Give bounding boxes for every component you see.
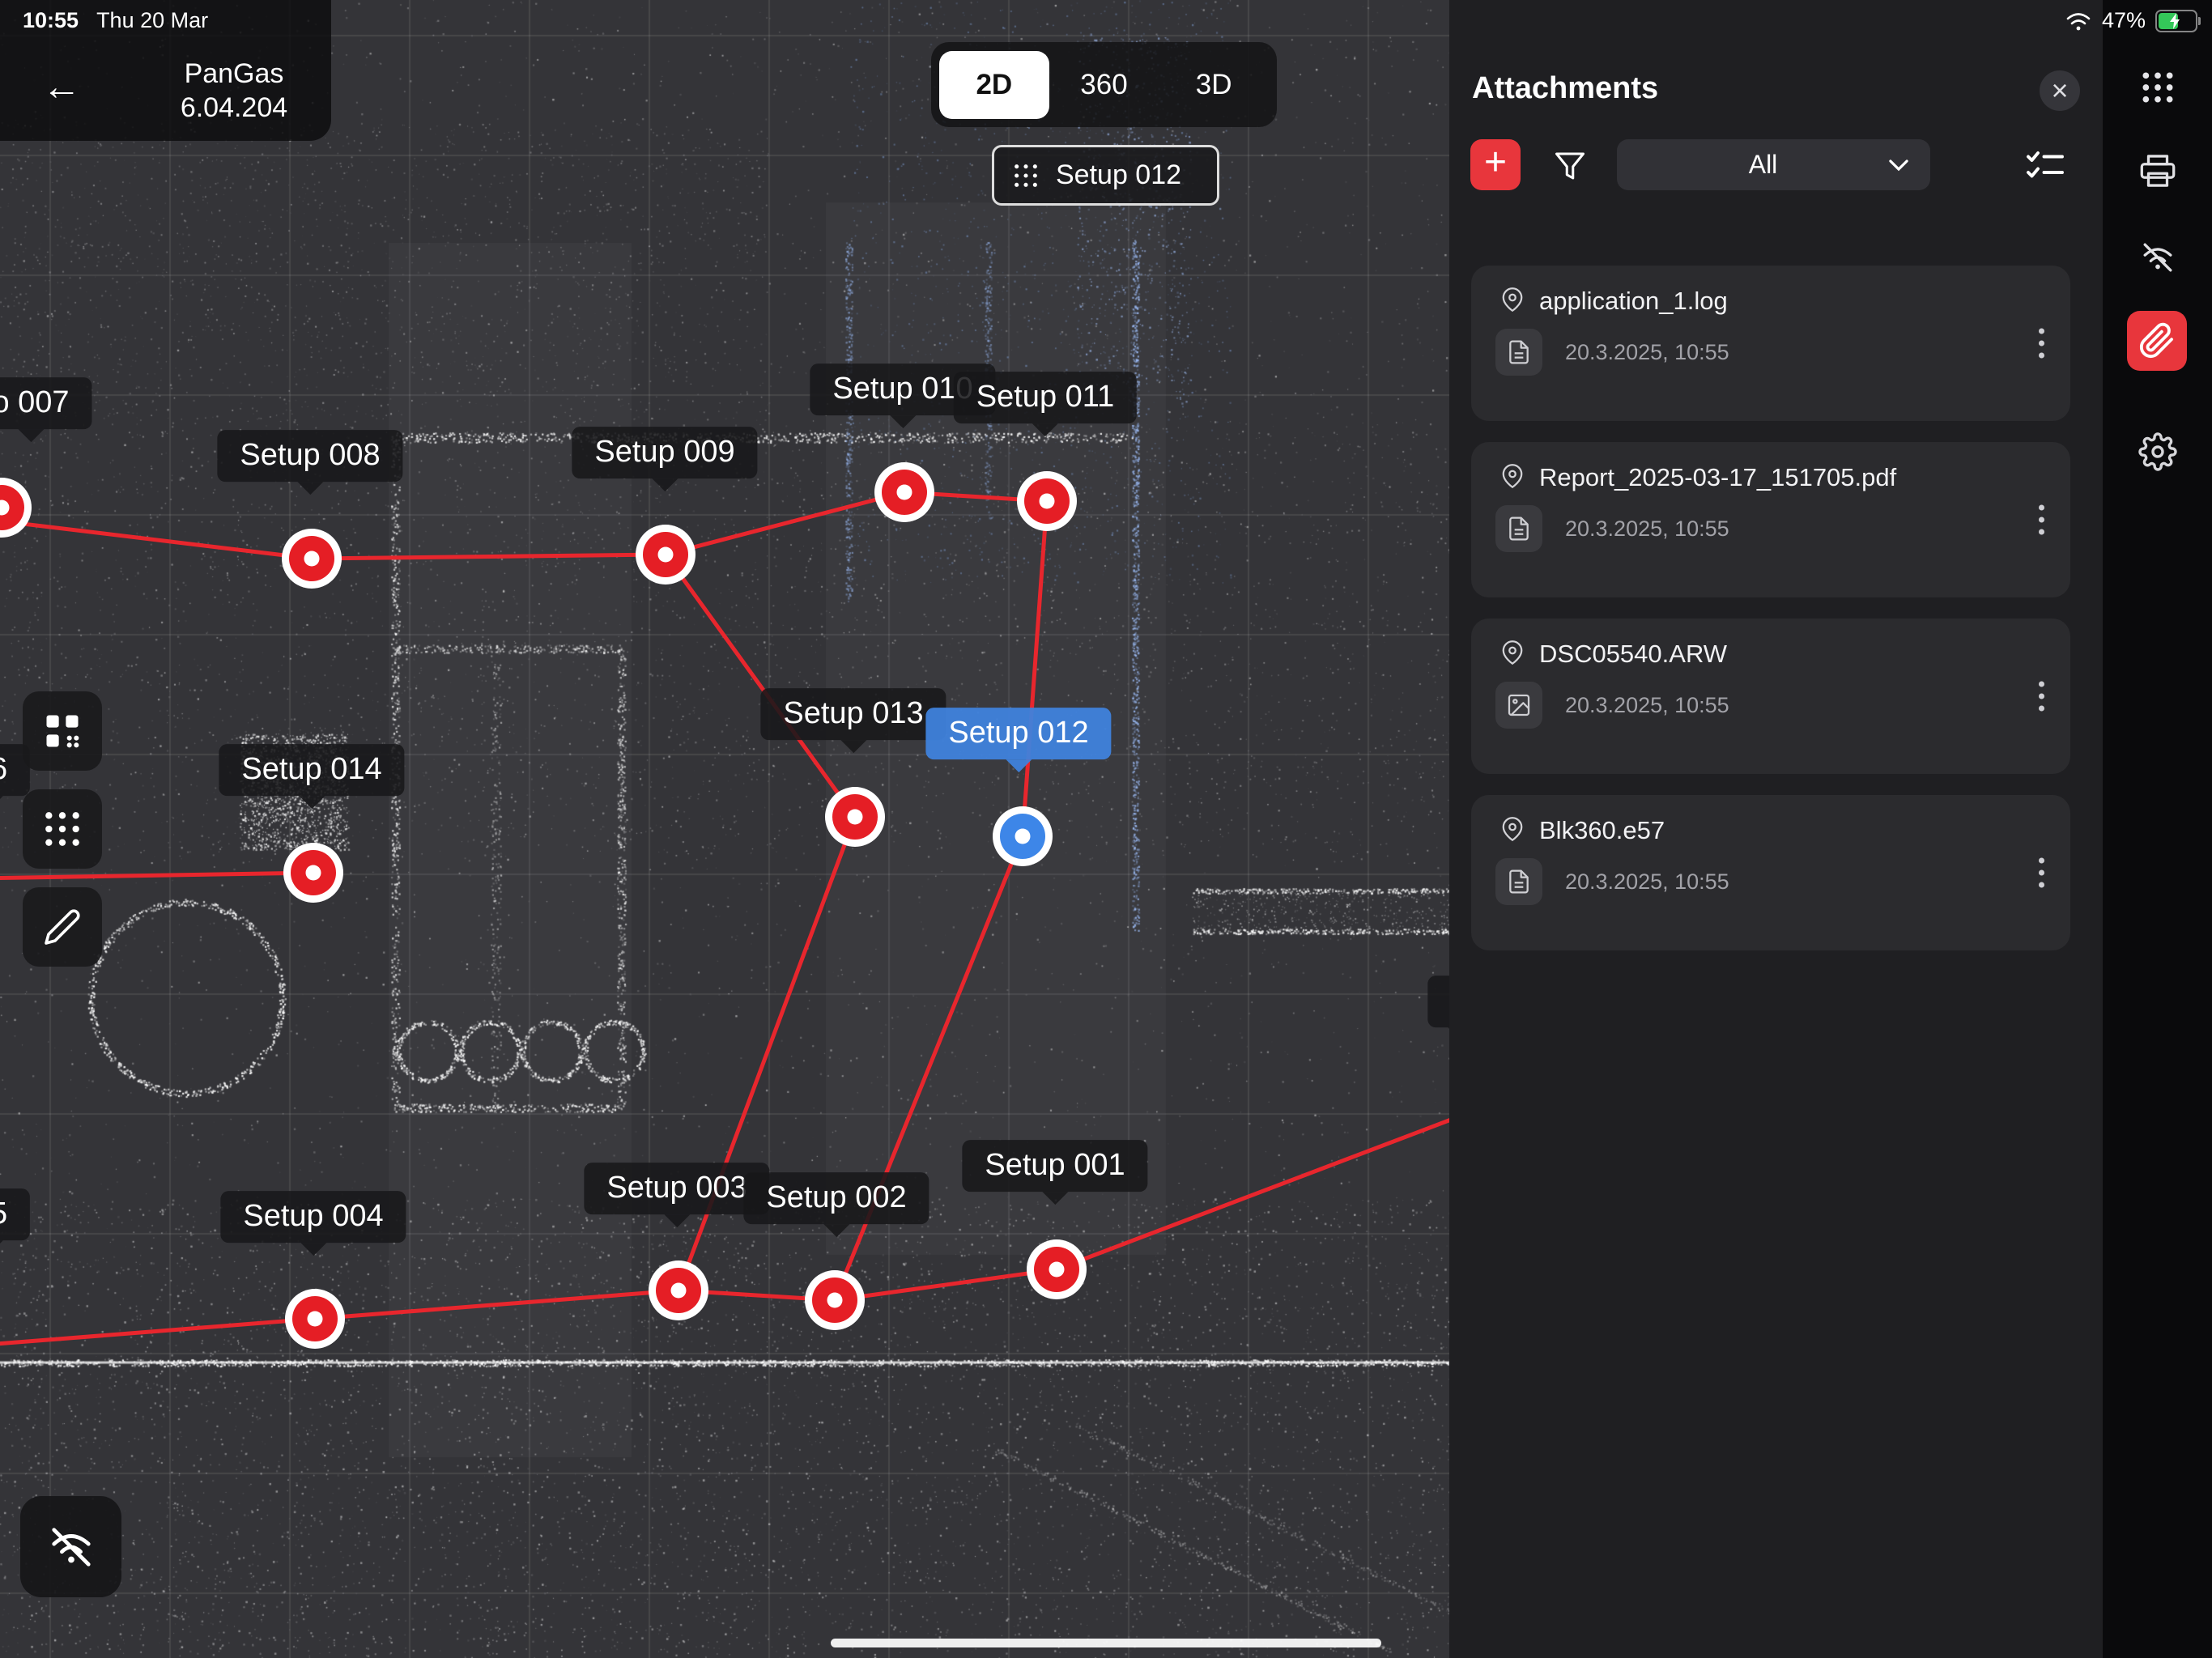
attachment-name: application_1.log: [1539, 287, 1728, 316]
top-left-header: 10:55 Thu 20 Mar ← PanGas 6.04.204: [0, 0, 331, 141]
setup-label[interactable]: Setup 008: [217, 430, 402, 482]
settings-button[interactable]: [2103, 429, 2212, 474]
document-icon: [1495, 505, 1542, 552]
filter-funnel-icon: [1553, 149, 1587, 183]
status-right: 47%: [2065, 8, 2197, 33]
apps-grid-button[interactable]: [2103, 66, 2212, 108]
dropdown-value: All: [1638, 150, 1888, 180]
attachments-panel: Attachments × + All application_1.log 20.…: [1449, 0, 2103, 1658]
attachment-name: Blk360.e57: [1539, 816, 1665, 845]
battery-percent: 47%: [2102, 8, 2146, 33]
right-sidebar: [2103, 0, 2212, 1658]
wifi-icon: [2065, 10, 2092, 32]
panel-title: Attachments: [1472, 71, 1658, 106]
location-pin-icon: [1500, 640, 1525, 669]
attachment-filter-dropdown[interactable]: All: [1617, 139, 1930, 190]
attachment-date: 20.3.2025, 10:55: [1565, 693, 1729, 718]
setup-label[interactable]: Setup 011: [954, 372, 1137, 423]
setup-label[interactable]: 05: [0, 1188, 30, 1240]
setup-label[interactable]: Setup 012: [925, 708, 1111, 759]
setup-label[interactable]: Setup 002: [743, 1172, 929, 1224]
home-indicator[interactable]: [831, 1639, 1381, 1647]
charging-bolt-icon: [2168, 12, 2181, 30]
more-options-button[interactable]: [2031, 674, 2052, 720]
battery-icon: [2155, 10, 2197, 32]
apps-grid-icon: [2140, 70, 2176, 105]
setup-label[interactable]: o 007: [0, 377, 92, 429]
attachment-date: 20.3.2025, 10:55: [1565, 517, 1729, 542]
more-options-button[interactable]: [2031, 850, 2052, 896]
clock-time: 10:55: [23, 8, 79, 33]
setup-label[interactable]: Setup 014: [219, 744, 404, 796]
active-setup-chip[interactable]: Setup 012: [992, 145, 1219, 206]
document-icon: [1495, 858, 1542, 905]
printer-icon: [2139, 153, 2176, 189]
filter-button[interactable]: [1550, 146, 1590, 186]
project-version: 6.04.204: [146, 91, 322, 125]
more-options-button[interactable]: [2031, 497, 2052, 543]
attachment-name: DSC05540.ARW: [1539, 640, 1727, 669]
status-left: 10:55 Thu 20 Mar: [23, 8, 208, 33]
attachment-list: application_1.log20.3.2025, 10:55Report_…: [1471, 266, 2070, 950]
project-title: PanGas 6.04.204: [146, 57, 322, 125]
move-setup-button[interactable]: [23, 789, 102, 869]
setup-label[interactable]: Setup 001: [962, 1140, 1147, 1192]
chevron-down-icon: [1888, 159, 1909, 172]
tab-2d[interactable]: 2D: [939, 51, 1049, 119]
checklist-icon: [2026, 148, 2065, 182]
tab-360[interactable]: 360: [1049, 51, 1159, 119]
document-icon: [1495, 329, 1542, 376]
move-dots-icon: [42, 809, 83, 849]
location-pin-icon: [1500, 817, 1525, 845]
location-pin-icon: [1500, 287, 1525, 316]
settings-gear-icon: [2138, 432, 2177, 471]
back-arrow-icon[interactable]: ←: [42, 68, 81, 107]
attachment-name: Report_2025-03-17_151705.pdf: [1539, 463, 1896, 492]
setup-label[interactable]: Setup 009: [572, 427, 757, 478]
markers-layout-icon: [41, 710, 83, 752]
print-button[interactable]: [2103, 150, 2212, 192]
attachment-icon: [2138, 322, 2176, 359]
attachment-card[interactable]: Report_2025-03-17_151705.pdf 20.3.2025, 1…: [1471, 442, 2070, 597]
attachment-card[interactable]: Blk360.e57 20.3.2025, 10:55: [1471, 795, 2070, 950]
close-icon: ×: [2051, 76, 2068, 105]
more-options-button[interactable]: [2031, 321, 2052, 367]
move-dots-icon: [1012, 162, 1040, 189]
stream-off-button[interactable]: [20, 1496, 121, 1597]
project-name: PanGas: [146, 57, 322, 91]
close-panel-button[interactable]: ×: [2040, 70, 2080, 111]
attachments-tool-button[interactable]: [2127, 311, 2187, 371]
clock-date: Thu 20 Mar: [96, 8, 208, 33]
location-pin-icon: [1500, 464, 1525, 492]
attachment-card[interactable]: DSC05540.ARW 20.3.2025, 10:55: [1471, 619, 2070, 774]
attachment-date: 20.3.2025, 10:55: [1565, 869, 1729, 895]
setup-label[interactable]: Setup 013: [760, 688, 946, 740]
image-icon: [1495, 682, 1542, 729]
markers-layout-button[interactable]: [23, 691, 102, 771]
active-setup-label: Setup 012: [1056, 159, 1181, 191]
multi-select-button[interactable]: [2023, 144, 2068, 186]
tab-3d[interactable]: 3D: [1159, 51, 1269, 119]
edit-button[interactable]: [23, 887, 102, 967]
attachment-date: 20.3.2025, 10:55: [1565, 340, 1729, 365]
setup-label[interactable]: Setup 004: [220, 1191, 406, 1243]
add-attachment-button[interactable]: +: [1470, 139, 1521, 190]
view-mode-switcher: 2D 360 3D: [931, 42, 1277, 127]
stream-off-button[interactable]: [2103, 236, 2212, 278]
setup-label[interactable]: Setup 003: [584, 1163, 769, 1214]
attachment-card[interactable]: application_1.log 20.3.2025, 10:55: [1471, 266, 2070, 421]
stream-off-icon: [2139, 239, 2176, 276]
stream-off-icon: [46, 1522, 96, 1572]
pencil-icon: [43, 908, 82, 946]
